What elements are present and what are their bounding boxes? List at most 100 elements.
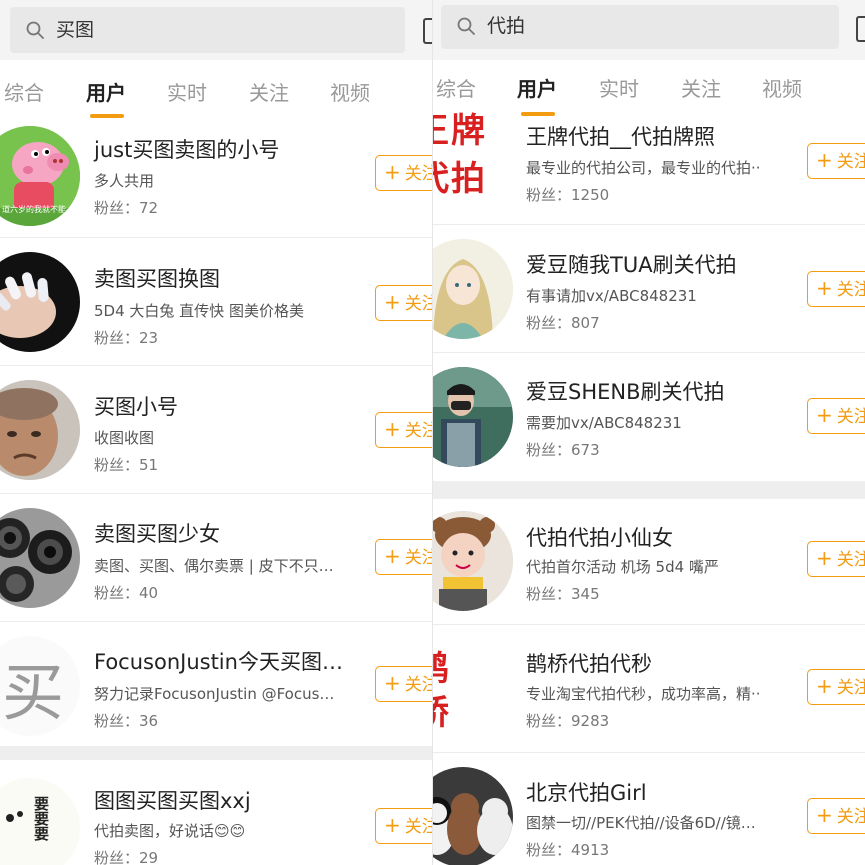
user-row[interactable]: 爱豆SHENB刷关代拍 需要加vx/ABC848231 粉丝：673 +关注	[433, 353, 865, 481]
user-name[interactable]: just买图卖图的小号	[94, 137, 279, 163]
follow-button[interactable]: +关注	[375, 155, 432, 191]
avatar[interactable]: 王牌代拍	[433, 107, 515, 207]
follow-button[interactable]: +关注	[375, 539, 432, 575]
search-icon	[457, 17, 475, 35]
section-separator	[0, 746, 432, 760]
user-row[interactable]: 爱豆随我TUA刷关代拍 有事请加vx/ABC848231 粉丝：807 +关注	[433, 225, 865, 353]
search-input[interactable]: 代拍	[441, 5, 839, 49]
tab-users[interactable]: 用户	[86, 80, 126, 106]
fan-count: 粉丝：345	[526, 585, 600, 603]
user-name[interactable]: 买图小号	[94, 394, 178, 420]
user-name[interactable]: FocusonJustin今天买图…	[94, 649, 343, 675]
follow-button[interactable]: +关注	[807, 398, 865, 434]
follow-button[interactable]: +关注	[375, 412, 432, 448]
plus-icon: +	[384, 544, 401, 568]
user-name[interactable]: 鹊桥代拍代秒	[526, 651, 652, 677]
user-description: 代拍卖图，好说话😊😊	[94, 822, 246, 840]
cancel-button[interactable]	[423, 18, 432, 44]
fan-count: 粉丝：23	[94, 329, 159, 347]
avatar-caption: 道六岁的我就不能	[2, 205, 66, 214]
bears-cartoon-icon	[433, 767, 513, 865]
plus-icon: +	[816, 148, 833, 172]
tab-following[interactable]: 关注	[249, 80, 289, 106]
user-name[interactable]: 爱豆随我TUA刷关代拍	[526, 252, 737, 278]
avatar[interactable]	[0, 380, 80, 480]
plus-icon: +	[816, 803, 833, 827]
search-query: 代拍	[487, 15, 526, 37]
user-name[interactable]: 卖图买图换图	[94, 266, 220, 292]
avatar[interactable]	[433, 239, 513, 339]
user-name[interactable]: 爱豆SHENB刷关代拍	[526, 379, 725, 405]
user-name[interactable]: 图图买图买图xxj	[94, 788, 251, 814]
avatar[interactable]	[0, 508, 80, 608]
plus-icon: +	[384, 671, 401, 695]
tab-comprehensive[interactable]: 综合	[4, 80, 44, 106]
follow-button[interactable]: +关注	[375, 808, 432, 844]
plus-icon: +	[384, 813, 401, 837]
avatar-caption: 要要要	[32, 796, 50, 841]
user-row[interactable]: 道六岁的我就不能 just买图卖图的小号 多人共用 粉丝：72 +关注	[0, 120, 432, 238]
search-result-pane-right: 代拍 综合 用户 实时 关注 视频 王牌代拍 王牌代拍__代拍牌照 最专业的代拍…	[433, 0, 865, 865]
user-row[interactable]: 鹊桥代拍 鹊桥代拍代秒 专业淘宝代拍代秒，成功率高，精·· 粉丝：9283 +关…	[433, 625, 865, 753]
user-name[interactable]: 代拍代拍小仙女	[526, 525, 673, 551]
avatar[interactable]	[433, 767, 513, 865]
fan-count: 粉丝：807	[526, 314, 600, 332]
fan-count: 粉丝：9283	[526, 712, 610, 730]
fan-count: 粉丝：1250	[526, 186, 610, 204]
plus-icon: +	[816, 403, 833, 427]
avatar[interactable]	[0, 252, 80, 352]
user-row[interactable]: 买图小号 收图收图 粉丝：51 +关注	[0, 366, 432, 494]
cancel-button[interactable]	[856, 16, 865, 42]
search-query: 买图	[56, 19, 95, 41]
tab-comprehensive[interactable]: 综合	[436, 76, 476, 102]
avatar[interactable]	[433, 511, 513, 611]
tab-video[interactable]: 视频	[330, 80, 370, 106]
tab-realtime[interactable]: 实时	[167, 80, 207, 106]
follow-button[interactable]: +关注	[375, 285, 432, 321]
active-tab-indicator	[521, 112, 555, 116]
search-input[interactable]: 买图	[10, 7, 405, 53]
avatar-caption: 买	[2, 656, 65, 729]
follow-button[interactable]: +关注	[807, 541, 865, 577]
tab-following[interactable]: 关注	[681, 76, 721, 102]
user-row[interactable]: 王牌代拍 王牌代拍__代拍牌照 最专业的代拍公司，最专业的代拍·· 粉丝：125…	[433, 107, 865, 225]
user-row[interactable]: 卖图买图换图 5D4 大白兔 直传快 图美价格美 粉丝：23 +关注	[0, 238, 432, 366]
fan-count: 粉丝：4913	[526, 841, 610, 859]
section-separator	[433, 481, 865, 499]
avatar[interactable]: 鹊桥代拍	[433, 639, 515, 739]
user-row[interactable]: 要要要 图图买图买图xxj 代拍卖图，好说话😊😊 粉丝：29 +关注	[0, 760, 432, 865]
fan-count: 粉丝：36	[94, 712, 159, 730]
user-description: 多人共用	[94, 172, 155, 190]
face-photo-icon	[0, 380, 80, 480]
user-row[interactable]: 买 FocusonJustin今天买图… 努力记录FocusonJustin @…	[0, 622, 432, 746]
avatar[interactable]: 买	[0, 636, 80, 736]
tab-users[interactable]: 用户	[517, 76, 557, 102]
follow-button[interactable]: +关注	[807, 271, 865, 307]
person-photo-icon	[433, 367, 513, 467]
user-name[interactable]: 北京代拍Girl	[526, 780, 647, 806]
follow-button[interactable]: +关注	[375, 666, 432, 702]
tab-video[interactable]: 视频	[762, 76, 802, 102]
plus-icon: +	[384, 290, 401, 314]
avatar[interactable]: 要要要	[0, 778, 80, 865]
avatar[interactable]: 道六岁的我就不能	[0, 126, 80, 226]
user-row[interactable]: 北京代拍Girl 图禁一切//PEK代拍//设备6D//镜… 粉丝：4913 +…	[433, 753, 865, 865]
tab-realtime[interactable]: 实时	[599, 76, 639, 102]
search-bar-row: 买图	[0, 0, 432, 60]
user-description: 专业淘宝代拍代秒，成功率高，精··	[526, 685, 761, 703]
user-description: 需要加vx/ABC848231	[526, 414, 682, 432]
user-row[interactable]: 卖图买图少女 卖图、买图、偶尔卖票 | 皮下不只… 粉丝：40 +关注	[0, 494, 432, 622]
fan-count: 粉丝：40	[94, 584, 159, 602]
fan-count: 粉丝：51	[94, 456, 159, 474]
user-description: 有事请加vx/ABC848231	[526, 287, 697, 305]
user-description: 卖图、买图、偶尔卖票 | 皮下不只…	[94, 557, 334, 575]
user-row[interactable]: 代拍代拍小仙女 代拍首尔活动 机场 5d4 嘴严 粉丝：345 +关注	[433, 499, 865, 625]
avatar[interactable]	[433, 367, 513, 467]
user-name[interactable]: 卖图买图少女	[94, 521, 220, 547]
follow-button[interactable]: +关注	[807, 798, 865, 834]
user-name[interactable]: 王牌代拍__代拍牌照	[526, 124, 715, 150]
follow-button[interactable]: +关注	[807, 143, 865, 179]
follow-button[interactable]: +关注	[807, 669, 865, 705]
user-description: 最专业的代拍公司，最专业的代拍··	[526, 159, 761, 177]
avatar-caption: 鹊桥代拍	[433, 647, 495, 739]
